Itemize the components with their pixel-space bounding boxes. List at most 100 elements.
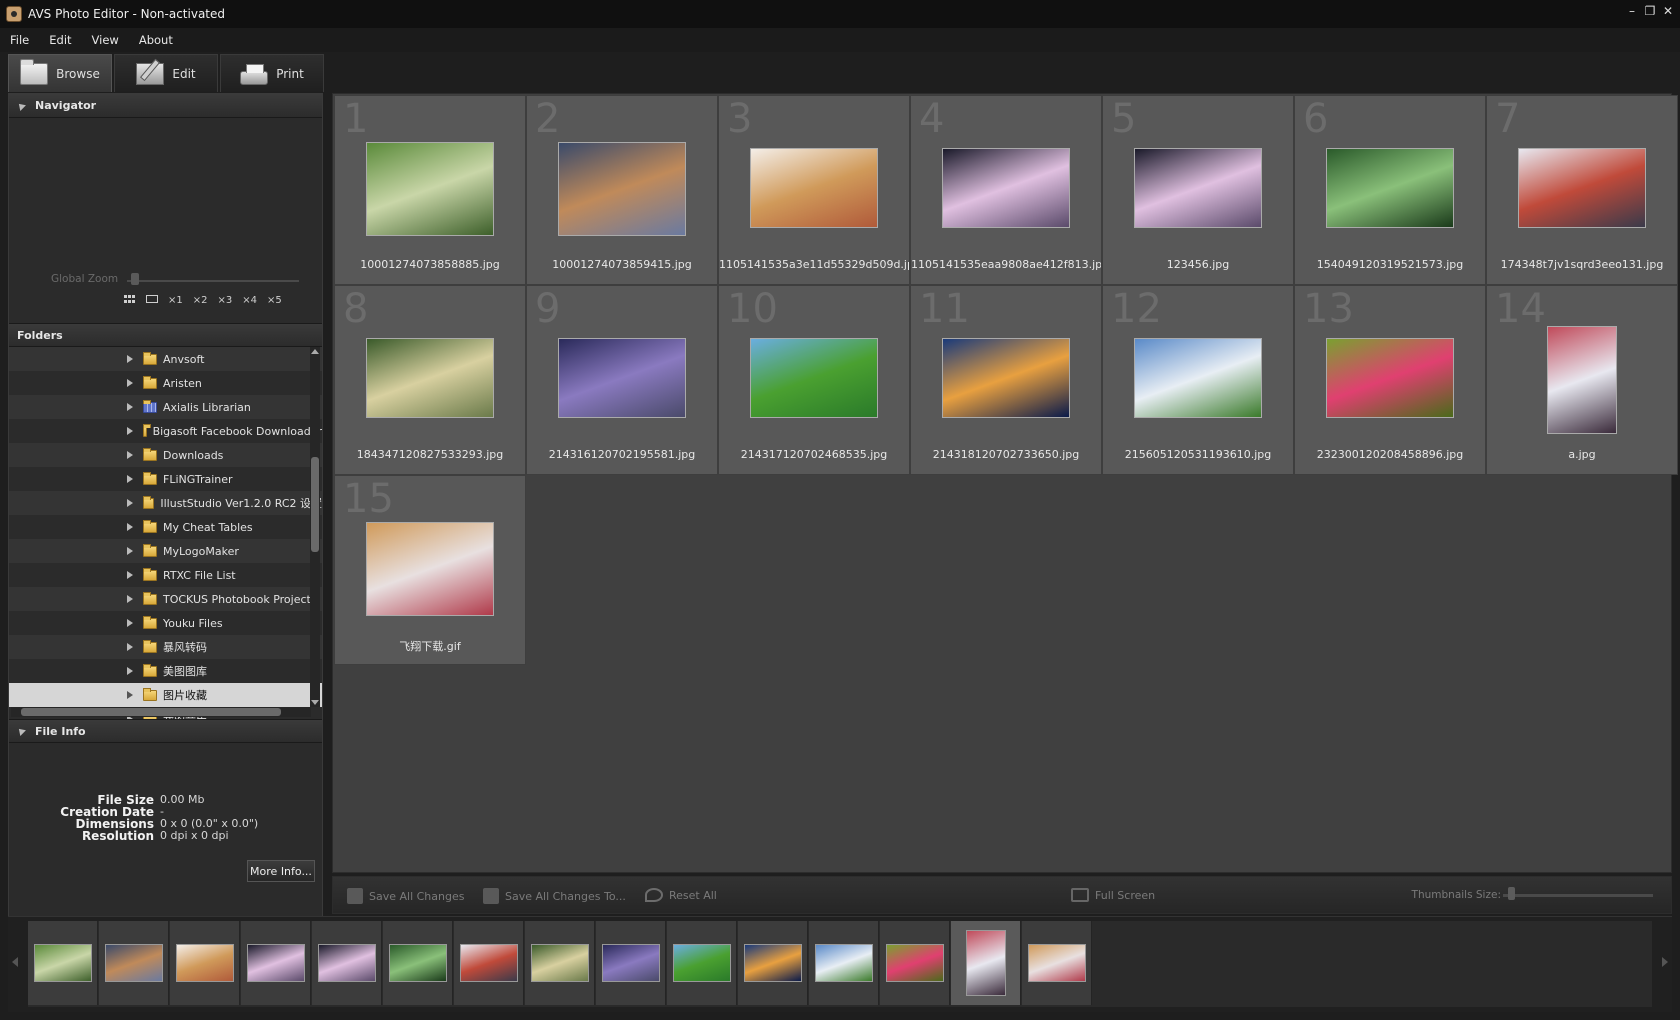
folder-item[interactable]: MyLogoMaker [9, 539, 322, 563]
thumbnail-image[interactable] [750, 148, 878, 228]
zoom-x4-button[interactable]: ×4 [242, 295, 257, 306]
folder-tree-vscrollbar[interactable] [310, 347, 320, 707]
filmstrip-thumbnail-image[interactable] [104, 944, 163, 982]
thumbnail-image[interactable] [366, 338, 494, 418]
folder-item[interactable]: TOCKUS Photobook Projects [9, 587, 322, 611]
menu-edit[interactable]: Edit [47, 31, 73, 49]
restore-icon[interactable]: ❐ [1642, 4, 1658, 20]
folder-item[interactable]: My Cheat Tables [9, 515, 322, 539]
expand-arrow-icon[interactable] [127, 691, 133, 699]
expand-arrow-icon[interactable] [127, 427, 133, 435]
thumbnail-cell[interactable]: 4 1105141535eaa9808ae412f813.jpg [910, 95, 1102, 285]
filmstrip-thumbnail-image[interactable] [388, 944, 447, 982]
thumbnail-cell[interactable]: 1 10001274073858885.jpg [334, 95, 526, 285]
thumbnail-image[interactable] [1134, 338, 1262, 418]
folder-tree-hscrollbar[interactable] [11, 707, 311, 717]
folder-item[interactable]: 暴风转码 [9, 635, 322, 659]
thumbnail-image[interactable] [750, 338, 878, 418]
expand-arrow-icon[interactable] [127, 403, 133, 411]
filmstrip-thumbnail-image[interactable] [459, 944, 518, 982]
thumbnail-image[interactable] [366, 142, 494, 236]
filmstrip-item[interactable] [809, 921, 879, 1005]
expand-arrow-icon[interactable] [127, 379, 133, 387]
thumbnail-image[interactable] [1326, 338, 1454, 418]
expand-arrow-icon[interactable] [127, 451, 133, 459]
filmstrip-thumbnail-image[interactable] [814, 944, 873, 982]
global-zoom-slider-track[interactable] [127, 280, 299, 282]
expand-arrow-icon[interactable] [127, 547, 133, 555]
filmstrip-item[interactable] [738, 921, 808, 1005]
hscroll-thumb[interactable] [21, 708, 281, 716]
expand-arrow-icon[interactable] [127, 355, 133, 363]
expand-arrow-icon[interactable] [127, 523, 133, 531]
folder-item[interactable]: Aristen [9, 371, 322, 395]
filmstrip-item[interactable] [383, 921, 453, 1005]
collapse-triangle-icon[interactable] [16, 726, 26, 736]
thumbnail-cell[interactable]: 7 174348t7jv1sqrd3eeo131.jpg [1486, 95, 1678, 285]
thumbnail-cell[interactable]: 5 123456.jpg [1102, 95, 1294, 285]
thumbnail-image[interactable] [1547, 326, 1617, 434]
thumbnail-cell[interactable]: 6 154049120319521573.jpg [1294, 95, 1486, 285]
menu-view[interactable]: View [90, 31, 121, 49]
filmstrip-thumbnail-image[interactable] [885, 944, 944, 982]
thumbnail-image[interactable] [558, 142, 686, 236]
scroll-down-arrow-icon[interactable] [311, 700, 319, 705]
scroll-up-arrow-icon[interactable] [311, 349, 319, 354]
folder-item[interactable]: FLiNGTrainer [9, 467, 322, 491]
thumbnail-cell[interactable]: 11 214318120702733650.jpg [910, 285, 1102, 475]
filmstrip-item[interactable] [525, 921, 595, 1005]
folder-item[interactable]: RTXC File List [9, 563, 322, 587]
menu-file[interactable]: File [8, 31, 31, 49]
filmstrip-thumbnail-image[interactable] [965, 930, 1006, 996]
filmstrip-item[interactable] [312, 921, 382, 1005]
zoom-fit-grid-icon[interactable] [124, 295, 136, 303]
more-info-button[interactable]: More Info... [247, 860, 315, 882]
filmstrip-thumbnail-image[interactable] [1027, 944, 1086, 982]
filmstrip-thumbnail-image[interactable] [530, 944, 589, 982]
thumbnail-cell[interactable]: 10 214317120702468535.jpg [718, 285, 910, 475]
thumbnail-size-slider-track[interactable] [1503, 894, 1653, 897]
filmstrip-item[interactable] [880, 921, 950, 1005]
thumbnail-image[interactable] [1134, 148, 1262, 228]
file-info-header[interactable]: File Info [9, 719, 322, 743]
expand-arrow-icon[interactable] [127, 475, 133, 483]
folder-item[interactable]: Anvsoft [9, 347, 322, 371]
filmstrip-thumbnail-image[interactable] [33, 944, 92, 982]
filmstrip-item[interactable] [170, 921, 240, 1005]
filmstrip-thumbnail-image[interactable] [246, 944, 305, 982]
thumbnail-cell[interactable]: 3 1105141535a3e11d55329d509d.jpg [718, 95, 910, 285]
close-icon[interactable]: ✕ [1660, 4, 1676, 20]
expand-arrow-icon[interactable] [127, 667, 133, 675]
filmstrip-item[interactable] [99, 921, 169, 1005]
filmstrip-item[interactable] [241, 921, 311, 1005]
thumbnail-cell[interactable]: 14 a.jpg [1486, 285, 1678, 475]
save-all-changes-to-button[interactable]: Save All Changes To... [483, 888, 626, 904]
thumbnail-cell[interactable]: 13 232300120208458896.jpg [1294, 285, 1486, 475]
expand-arrow-icon[interactable] [127, 499, 133, 507]
filmstrip-left-arrow-icon[interactable] [12, 957, 18, 967]
filmstrip-item[interactable] [667, 921, 737, 1005]
vscroll-thumb[interactable] [311, 457, 319, 552]
filmstrip-thumbnail-image[interactable] [743, 944, 802, 982]
navigator-header[interactable]: Navigator [9, 94, 322, 118]
expand-arrow-icon[interactable] [127, 595, 133, 603]
expand-arrow-icon[interactable] [127, 571, 133, 579]
thumbnail-cell[interactable]: 8 184347120827533293.jpg [334, 285, 526, 475]
zoom-fit-frame-icon[interactable] [146, 295, 158, 303]
thumbnail-cell[interactable]: 15 飞翔下载.gif [334, 475, 526, 665]
thumbnail-image[interactable] [558, 338, 686, 418]
zoom-x2-button[interactable]: ×2 [193, 295, 208, 306]
zoom-x5-button[interactable]: ×5 [267, 295, 282, 306]
minimize-icon[interactable]: – [1624, 4, 1640, 20]
thumbnail-image[interactable] [1326, 148, 1454, 228]
filmstrip-item[interactable] [951, 921, 1021, 1005]
filmstrip-item[interactable] [1022, 921, 1092, 1005]
filmstrip-item[interactable] [596, 921, 666, 1005]
filmstrip-item[interactable] [28, 921, 98, 1005]
folder-item[interactable]: Bigasoft Facebook Downloader [9, 419, 322, 443]
thumbnail-image[interactable] [942, 338, 1070, 418]
folder-item[interactable]: IllustStudio Ver1.2.0 RC2 设置 [9, 491, 322, 515]
filmstrip-thumbnail-image[interactable] [672, 944, 731, 982]
filmstrip-thumbnail-image[interactable] [175, 944, 234, 982]
expand-arrow-icon[interactable] [127, 643, 133, 651]
